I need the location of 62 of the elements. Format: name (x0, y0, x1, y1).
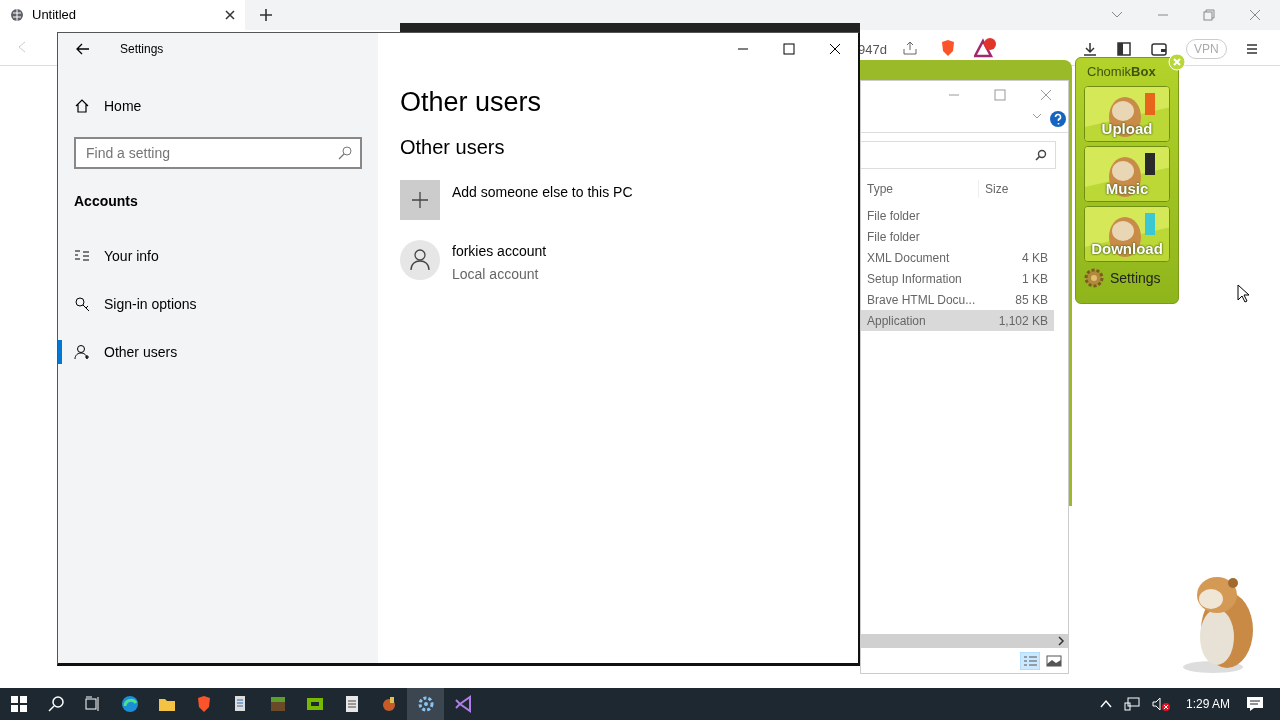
chevron-up-icon[interactable] (1099, 699, 1112, 709)
file-row[interactable]: File folder (861, 205, 1054, 226)
file-row[interactable]: Brave HTML Docu... 85 KB (861, 289, 1054, 310)
studio-icon (453, 695, 472, 713)
triangle-icon[interactable] (974, 38, 998, 58)
nav-item[interactable]: Sign-in options (58, 280, 378, 328)
settings-button[interactable]: Settings (1084, 267, 1170, 289)
tab-title: Untitled (32, 6, 78, 25)
file-row[interactable]: File folder (861, 226, 1054, 247)
clock[interactable]: 1:29 AM (1185, 695, 1230, 713)
horizontal-scrollbar[interactable] (861, 634, 1068, 648)
share-icon[interactable] (902, 40, 918, 56)
nav-item[interactable]: Your info (58, 232, 378, 280)
shield-icon[interactable] (940, 39, 956, 57)
search-input[interactable]: Find a setting (84, 141, 338, 165)
globe-icon (10, 8, 24, 22)
column-header[interactable]: Size (979, 180, 1009, 198)
speaker-muted-icon[interactable] (1151, 697, 1170, 711)
info-icon (74, 248, 90, 264)
search-icon (1035, 149, 1047, 161)
column-header[interactable]: Type (861, 180, 979, 198)
users-icon (74, 344, 90, 360)
search-field[interactable]: Find a setting (74, 137, 362, 169)
add-user-button[interactable]: Add someone else to this PC (400, 179, 858, 220)
nvidia-icon (305, 695, 324, 713)
sidebar-icon[interactable] (1116, 41, 1132, 57)
edge-icon (120, 695, 139, 713)
key-icon (74, 296, 90, 312)
menu-icon[interactable] (1244, 42, 1259, 56)
close-icon (829, 43, 841, 55)
home-link[interactable]: Home (58, 89, 378, 123)
back-icon[interactable] (76, 43, 90, 55)
nav-item[interactable]: Other users (58, 328, 378, 376)
section-heading: Accounts (73, 192, 139, 211)
taskbar-app[interactable] (407, 688, 444, 720)
network-icon[interactable] (1123, 697, 1140, 711)
plus-icon (400, 179, 440, 220)
thumbnail-view-icon[interactable] (1044, 652, 1064, 670)
user-icon (400, 239, 440, 280)
window-title: Settings (120, 41, 164, 58)
home-icon (74, 98, 90, 114)
page-title: Other users (400, 88, 543, 118)
chevron-icon[interactable] (1032, 111, 1042, 121)
search-icon (338, 146, 352, 160)
account-item[interactable]: forkies account Local account (400, 239, 858, 285)
section-heading: Other users (400, 134, 506, 160)
task-view-icon (84, 696, 101, 712)
help-icon[interactable] (1050, 111, 1066, 127)
search-icon (47, 696, 64, 712)
cursor-icon (1237, 284, 1249, 304)
wallet-icon[interactable] (1150, 41, 1168, 57)
maximize-icon (783, 43, 795, 55)
close-icon[interactable] (225, 10, 235, 20)
file-row[interactable]: XML Document 4 KB (861, 247, 1054, 268)
download-icon[interactable] (1082, 41, 1098, 57)
windows-icon (10, 696, 27, 712)
notification-icon[interactable] (1246, 696, 1264, 712)
file-row[interactable]: Setup Information 1 KB (861, 268, 1054, 289)
new-tab-icon[interactable] (259, 8, 273, 22)
file-row[interactable]: Application 1,102 KB (861, 310, 1054, 331)
panel-title: ChomikBox (1086, 63, 1157, 81)
browser-tab[interactable]: Untitled (0, 0, 245, 30)
